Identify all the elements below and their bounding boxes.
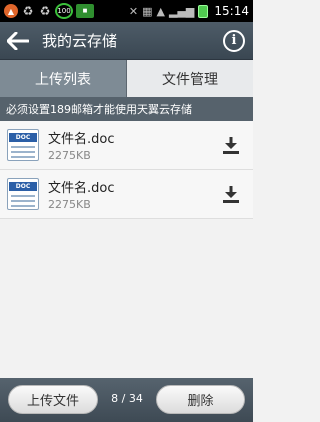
notice-banner: 必须设置189邮箱才能使用天翼云存储 xyxy=(0,97,253,121)
download-icon xyxy=(223,137,239,154)
mute-icon: ✕ xyxy=(128,4,139,18)
status-bar-left: ▲ ♻ ♻ 100 ■ xyxy=(4,3,129,19)
info-icon: i xyxy=(231,33,237,48)
clock: 15:14 xyxy=(214,4,249,18)
doc-file-icon: DOC xyxy=(7,129,39,161)
info-button[interactable]: i xyxy=(223,29,245,52)
status-bar: ▲ ♻ ♻ 100 ■ ✕ ▦ ▲ ▂▄▆ 15:14 xyxy=(0,0,253,22)
file-size: 2275KB xyxy=(48,149,91,162)
list-item[interactable]: DOC 文件名.doc 2275KB xyxy=(0,121,253,170)
page-title: 我的云存储 xyxy=(42,32,118,50)
back-arrow-icon xyxy=(7,31,29,50)
file-meta: 文件名.doc 2275KB xyxy=(48,128,213,162)
download-button[interactable] xyxy=(213,176,249,212)
bottom-bar: 上传文件 8 / 34 删除 xyxy=(0,378,253,422)
list-item[interactable]: DOC 文件名.doc 2275KB xyxy=(0,170,253,219)
wifi-icon: ▲ xyxy=(156,4,166,18)
signal-icon: ▂▄▆ xyxy=(169,4,195,18)
file-meta: 文件名.doc 2275KB xyxy=(48,177,213,211)
tab-bar: 上传列表 文件管理 xyxy=(0,60,253,97)
download-button[interactable] xyxy=(213,127,249,163)
doc-file-icon: DOC xyxy=(7,178,39,210)
tab-file-management[interactable]: 文件管理 xyxy=(127,60,253,97)
recycle-icon: ♻ xyxy=(22,4,34,18)
download-icon xyxy=(223,186,239,203)
status-bar-right: ✕ ▦ ▲ ▂▄▆ 15:14 xyxy=(129,4,249,18)
recycle-icon-2: ♻ xyxy=(39,4,51,18)
file-size: 2275KB xyxy=(48,198,91,211)
file-list: DOC 文件名.doc 2275KB DOC 文件名.doc 2275KB xyxy=(0,121,253,219)
battery-icon xyxy=(198,4,209,18)
delete-button[interactable]: 删除 xyxy=(156,385,245,414)
title-bar: 我的云存储 i xyxy=(0,22,253,60)
upload-file-button[interactable]: 上传文件 xyxy=(8,385,98,414)
app-icon: ■ xyxy=(76,4,94,18)
battery-saver-icon: 100 xyxy=(55,3,73,19)
file-name: 文件名.doc xyxy=(48,181,115,196)
vibrate-icon: ▦ xyxy=(142,4,153,18)
doc-icon-label: DOC xyxy=(9,182,37,191)
page-indicator: 8 / 34 xyxy=(111,392,143,405)
shield-icon: ▲ xyxy=(4,4,18,18)
doc-icon-label: DOC xyxy=(9,133,37,142)
file-name: 文件名.doc xyxy=(48,132,115,147)
back-button[interactable] xyxy=(0,22,36,60)
tab-upload-list[interactable]: 上传列表 xyxy=(0,60,127,97)
